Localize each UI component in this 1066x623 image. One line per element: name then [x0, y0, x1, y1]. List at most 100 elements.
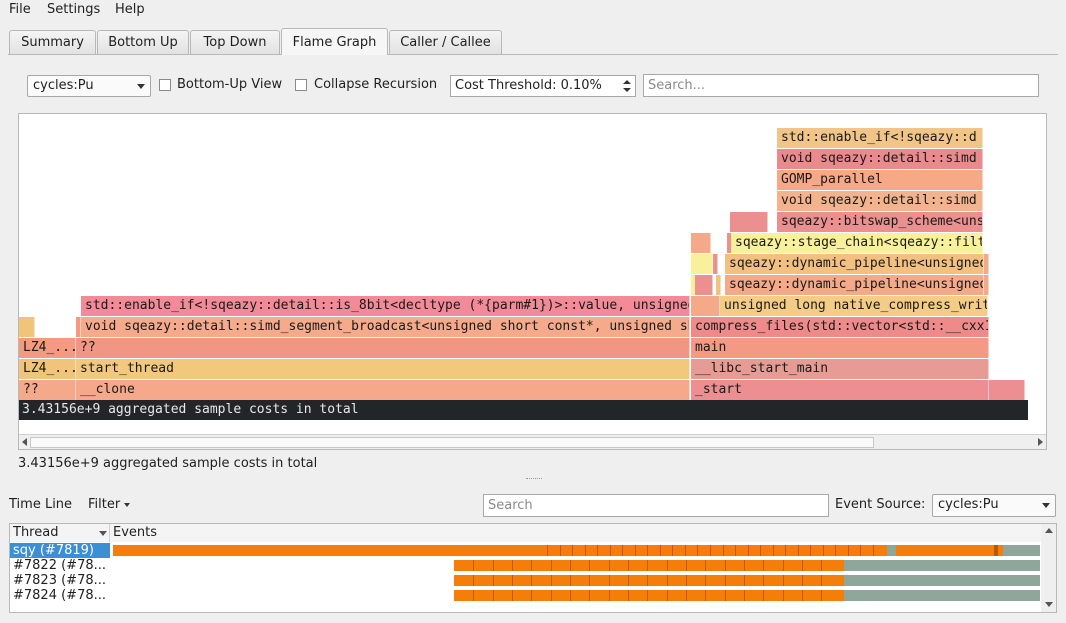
sort-indicator-icon	[99, 531, 107, 536]
scroll-left-icon[interactable]	[22, 438, 27, 446]
flame-frame[interactable]: sqeazy::stage_chain<sqeazy::filter	[731, 233, 983, 253]
event-segment[interactable]	[843, 575, 1040, 586]
thread-name[interactable]: #7822 (#78...	[10, 558, 110, 573]
flame-frame[interactable]: void sqeazy::detail::simd	[777, 149, 983, 169]
flame-frame[interactable]	[695, 275, 713, 295]
event-separator	[763, 560, 765, 571]
splitter-handle[interactable]	[526, 478, 542, 482]
flame-frame[interactable]: __clone	[76, 380, 690, 400]
event-separator	[802, 575, 804, 586]
flame-frame[interactable]: GOMP_parallel	[777, 170, 983, 190]
scrollbar-thumb[interactable]	[30, 437, 874, 448]
flame-frame[interactable]: std::enable_if<!sqeazy::d	[777, 128, 983, 148]
filter-menu-button[interactable]: Filter	[88, 497, 131, 512]
horizontal-scrollbar[interactable]	[19, 434, 1046, 449]
flame-frame[interactable]	[691, 233, 711, 253]
timeline-table[interactable]: Thread Events sqy (#7819) #7822 (#78... …	[9, 523, 1057, 613]
scroll-down-icon[interactable]	[1045, 602, 1053, 607]
event-separator	[550, 560, 552, 571]
column-header-thread[interactable]: Thread	[10, 524, 110, 542]
flame-frame[interactable]	[730, 212, 768, 232]
flame-frame[interactable]: _start	[691, 380, 989, 400]
flame-frame[interactable]: LZ4_...	[19, 359, 76, 379]
flame-frame[interactable]	[695, 254, 713, 274]
collapse-recursion-checkbox[interactable]	[295, 79, 307, 91]
flame-frame[interactable]: void sqeazy::detail::simd	[777, 191, 983, 211]
flame-frame[interactable]	[989, 380, 1025, 400]
thread-name[interactable]: sqy (#7819)	[10, 543, 110, 558]
tab-summary[interactable]: Summary	[9, 30, 96, 54]
event-source-value: cycles:Pu	[938, 497, 999, 512]
flame-frame[interactable]: std::enable_if<!sqeazy::detail::is_8bit<…	[81, 296, 690, 316]
event-separator	[647, 560, 649, 571]
event-separator	[628, 590, 630, 601]
event-separator	[531, 590, 533, 601]
event-separator	[763, 575, 765, 586]
vertical-scrollbar[interactable]	[1041, 524, 1056, 612]
tab-flame-graph[interactable]: Flame Graph	[281, 28, 388, 55]
event-separator	[860, 545, 862, 556]
menu-help[interactable]: Help	[115, 2, 145, 17]
spin-up-icon[interactable]	[623, 80, 631, 84]
event-segment[interactable]	[887, 545, 897, 556]
event-separator	[608, 575, 610, 586]
menu-file[interactable]: File	[9, 2, 31, 17]
scroll-up-icon[interactable]	[1045, 528, 1053, 533]
flame-frame[interactable]	[716, 275, 721, 295]
event-segment[interactable]	[843, 590, 1040, 601]
bottom-up-label[interactable]: Bottom-Up View	[177, 77, 282, 92]
flame-search-input[interactable]	[643, 74, 1039, 97]
timeline-search-input[interactable]	[483, 494, 829, 517]
scroll-right-icon[interactable]	[1038, 438, 1043, 446]
menu-settings[interactable]: Settings	[47, 2, 100, 17]
flame-frame[interactable]: unsigned long native_compress_write	[720, 296, 988, 316]
flame-frame[interactable]: main	[691, 338, 989, 358]
event-source-select[interactable]: cycles:Pu	[932, 494, 1056, 517]
flame-graph-view[interactable]: ?? __clone _start LZ4_... start_thread _…	[18, 113, 1047, 450]
thread-name[interactable]: #7824 (#78...	[10, 588, 110, 603]
cost-threshold-spinbox[interactable]: Cost Threshold: 0.10%	[450, 75, 636, 97]
flame-frame[interactable]: void sqeazy::detail::simd_segment_broadc…	[81, 317, 690, 337]
event-separator	[782, 560, 784, 571]
flame-frame[interactable]: compress_files(std::vector<std::__cxx11:…	[691, 317, 989, 337]
event-segment[interactable]	[1002, 545, 1040, 556]
table-row[interactable]: #7823 (#78...	[10, 573, 1040, 588]
cost-type-select[interactable]: cycles:Pu	[27, 75, 151, 97]
flame-frame[interactable]: LZ4_...	[19, 338, 76, 358]
event-bar[interactable]	[454, 590, 1040, 601]
event-separator	[570, 575, 572, 586]
bottom-up-checkbox[interactable]	[159, 79, 171, 91]
flame-frame[interactable]: start_thread	[76, 359, 690, 379]
tab-bottom-up[interactable]: Bottom Up	[97, 30, 189, 54]
event-separator	[666, 575, 668, 586]
event-source-label: Event Source:	[835, 497, 926, 512]
table-row[interactable]: #7824 (#78...	[10, 588, 1040, 603]
tab-caller-callee[interactable]: Caller / Callee	[389, 30, 502, 54]
table-row[interactable]: sqy (#7819)	[10, 543, 1040, 558]
flame-frame[interactable]	[984, 254, 989, 274]
event-segment[interactable]	[113, 545, 888, 556]
table-row[interactable]: #7822 (#78...	[10, 558, 1040, 573]
flame-frame[interactable]: sqeazy::dynamic_pipeline<unsigned	[725, 254, 984, 274]
event-segment[interactable]	[896, 545, 994, 556]
flame-frame[interactable]: ??	[19, 380, 76, 400]
event-separator	[686, 575, 688, 586]
event-segment[interactable]	[843, 560, 1040, 571]
column-header-events[interactable]: Events	[110, 524, 1041, 542]
flame-frame[interactable]	[984, 275, 989, 295]
flame-frame[interactable]: sqeazy::dynamic_pipeline<unsigned	[725, 275, 984, 295]
flame-frame[interactable]: ??	[76, 338, 690, 358]
tab-top-down[interactable]: Top Down	[190, 30, 280, 54]
event-bar[interactable]	[454, 575, 1040, 586]
event-bar[interactable]	[454, 560, 1040, 571]
flame-frame[interactable]: sqeazy::bitswap_scheme<unsigned	[777, 212, 983, 232]
spin-down-icon[interactable]	[623, 88, 631, 92]
event-separator	[589, 575, 591, 586]
event-bar[interactable]	[113, 545, 1040, 556]
flame-frame[interactable]	[19, 317, 35, 337]
collapse-recursion-label[interactable]: Collapse Recursion	[314, 77, 437, 92]
flame-frame[interactable]	[691, 296, 720, 316]
flame-frame[interactable]	[713, 254, 718, 274]
flame-frame[interactable]: __libc_start_main	[691, 359, 989, 379]
thread-name[interactable]: #7823 (#78...	[10, 573, 110, 588]
